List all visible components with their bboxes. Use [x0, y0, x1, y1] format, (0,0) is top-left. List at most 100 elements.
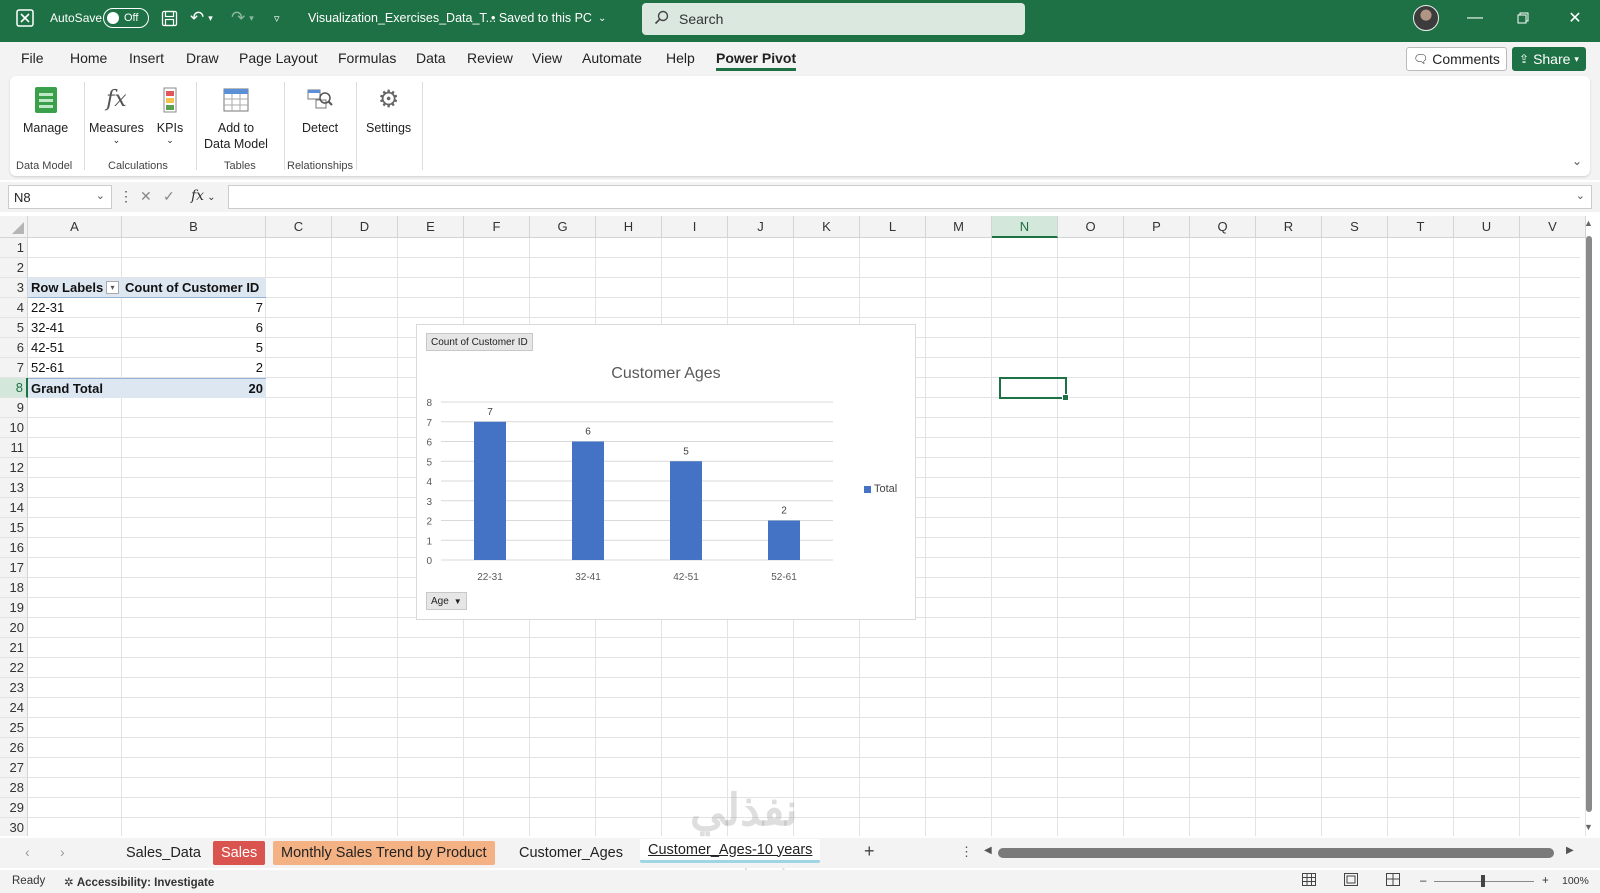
- scroll-up-icon[interactable]: ▲: [1584, 218, 1593, 228]
- pivot-total-label[interactable]: Grand Total: [28, 378, 122, 398]
- column-header[interactable]: U: [1454, 216, 1520, 238]
- column-header[interactable]: H: [596, 216, 662, 238]
- scroll-down-icon[interactable]: ▼: [1584, 822, 1593, 832]
- pivot-header-count[interactable]: Count of Customer ID: [122, 278, 266, 298]
- more-sheets-icon[interactable]: ⋮: [960, 844, 973, 860]
- minimize-icon[interactable]: —: [1452, 0, 1498, 36]
- redo-icon[interactable]: ↷ ▾: [231, 0, 254, 36]
- bar[interactable]: [670, 461, 702, 560]
- vertical-scrollbar[interactable]: [1586, 236, 1592, 812]
- pivot-row-label[interactable]: 52-61: [31, 358, 64, 378]
- row-header[interactable]: 18: [0, 578, 28, 598]
- measures-button[interactable]: fx Measures ⌄: [89, 84, 144, 145]
- zoom-level[interactable]: 100%: [1562, 875, 1589, 887]
- page-break-view-icon[interactable]: [1386, 873, 1400, 889]
- column-header[interactable]: F: [464, 216, 530, 238]
- row-header[interactable]: 24: [0, 698, 28, 718]
- tab-file[interactable]: File: [21, 50, 44, 66]
- column-header[interactable]: K: [794, 216, 860, 238]
- pivot-row-value[interactable]: 6: [122, 318, 263, 338]
- close-icon[interactable]: ✕: [1552, 0, 1598, 36]
- column-header[interactable]: M: [926, 216, 992, 238]
- row-header[interactable]: 16: [0, 538, 28, 558]
- name-box[interactable]: N8 ⌄: [8, 185, 112, 209]
- row-header[interactable]: 14: [0, 498, 28, 518]
- row-header[interactable]: 22: [0, 658, 28, 678]
- column-header[interactable]: O: [1058, 216, 1124, 238]
- pivot-row-label[interactable]: 22-31: [31, 298, 64, 318]
- tab-help[interactable]: Help: [666, 50, 695, 66]
- row-labels-filter-icon[interactable]: ▾: [106, 281, 119, 294]
- prev-sheet-icon[interactable]: ‹: [25, 844, 30, 860]
- row-header[interactable]: 4: [0, 298, 28, 318]
- tab-power-pivot[interactable]: Power Pivot: [716, 50, 797, 71]
- row-header[interactable]: 9: [0, 398, 28, 418]
- row-header[interactable]: 13: [0, 478, 28, 498]
- column-header[interactable]: B: [122, 216, 266, 238]
- pivot-row-label[interactable]: 42-51: [31, 338, 64, 358]
- pivot-row-value[interactable]: 7: [122, 298, 263, 318]
- column-header[interactable]: P: [1124, 216, 1190, 238]
- scroll-right-icon[interactable]: ▶: [1566, 845, 1574, 856]
- bar[interactable]: [768, 520, 800, 561]
- row-header[interactable]: 29: [0, 798, 28, 818]
- accessibility-status[interactable]: ✲ Accessibility: Investigate: [64, 875, 214, 889]
- insert-function-icon[interactable]: fx ⌄: [191, 188, 215, 204]
- search-input[interactable]: Search: [642, 3, 1025, 35]
- bar[interactable]: [572, 441, 604, 561]
- formula-input[interactable]: ⌄: [228, 185, 1592, 209]
- zoom-out-icon[interactable]: –: [1420, 875, 1426, 887]
- settings-button[interactable]: ⚙ Settings: [366, 84, 411, 136]
- selected-cell[interactable]: [999, 377, 1069, 401]
- column-header[interactable]: S: [1322, 216, 1388, 238]
- horizontal-scrollbar[interactable]: [998, 848, 1554, 858]
- column-header[interactable]: G: [530, 216, 596, 238]
- tab-review[interactable]: Review: [467, 50, 513, 66]
- row-header[interactable]: 20: [0, 618, 28, 638]
- pivot-chart[interactable]: Count of Customer ID Customer Ages 01234…: [416, 324, 916, 620]
- autosave-toggle[interactable]: Off: [103, 0, 149, 36]
- row-header[interactable]: 10: [0, 418, 28, 438]
- row-header[interactable]: 19: [0, 598, 28, 618]
- pivot-row-value[interactable]: 2: [122, 358, 263, 378]
- add-sheet-button[interactable]: +: [864, 841, 875, 862]
- add-to-data-model-button[interactable]: Add to Data Model: [204, 84, 268, 152]
- column-header[interactable]: A: [28, 216, 122, 238]
- row-header[interactable]: 6: [0, 338, 28, 358]
- row-header[interactable]: 23: [0, 678, 28, 698]
- scroll-left-icon[interactable]: ◀: [984, 845, 992, 856]
- tab-home[interactable]: Home: [70, 50, 107, 66]
- worksheet-grid[interactable]: ABCDEFGHIJKLMNOPQRSTUV 1 2 3 4 5 6 7 8 9 10 11 12 13…: [0, 216, 1600, 836]
- cancel-icon[interactable]: ✕: [140, 188, 152, 205]
- row-header[interactable]: 7: [0, 358, 28, 378]
- row-header[interactable]: 26: [0, 738, 28, 758]
- row-header[interactable]: 8: [0, 378, 28, 398]
- select-all-corner[interactable]: [0, 216, 28, 238]
- row-header[interactable]: 12: [0, 458, 28, 478]
- column-header[interactable]: D: [332, 216, 398, 238]
- save-status[interactable]: • Saved to this PC ⌄: [491, 0, 606, 36]
- tab-draw[interactable]: Draw: [186, 50, 219, 66]
- chart-legend[interactable]: Total: [864, 483, 897, 495]
- column-header[interactable]: C: [266, 216, 332, 238]
- normal-view-icon[interactable]: [1302, 873, 1316, 889]
- bar[interactable]: [474, 421, 506, 560]
- sheet-tab-monthly-sales[interactable]: Monthly Sales Trend by Product: [273, 841, 495, 865]
- column-header[interactable]: R: [1256, 216, 1322, 238]
- save-icon[interactable]: [161, 0, 178, 36]
- tab-view[interactable]: View: [532, 50, 562, 66]
- tab-formulas[interactable]: Formulas: [338, 50, 396, 66]
- detect-button[interactable]: Detect: [302, 84, 338, 136]
- kpis-button[interactable]: KPIs ⌄: [155, 84, 185, 145]
- sheet-tab-sales-data[interactable]: Sales_Data: [118, 841, 209, 865]
- expand-formula-icon[interactable]: ⌄: [1576, 189, 1585, 202]
- comments-button[interactable]: 🗨 Comments: [1406, 47, 1507, 71]
- tab-page-layout[interactable]: Page Layout: [239, 50, 318, 66]
- sheet-tab-sales[interactable]: Sales: [213, 841, 266, 865]
- tab-data[interactable]: Data: [416, 50, 446, 66]
- sheet-tab-customer-ages-10-years[interactable]: Customer_Ages-10 years: [640, 839, 821, 863]
- row-header[interactable]: 15: [0, 518, 28, 538]
- row-header[interactable]: 21: [0, 638, 28, 658]
- row-header[interactable]: 30: [0, 818, 28, 836]
- pivot-row-value[interactable]: 5: [122, 338, 263, 358]
